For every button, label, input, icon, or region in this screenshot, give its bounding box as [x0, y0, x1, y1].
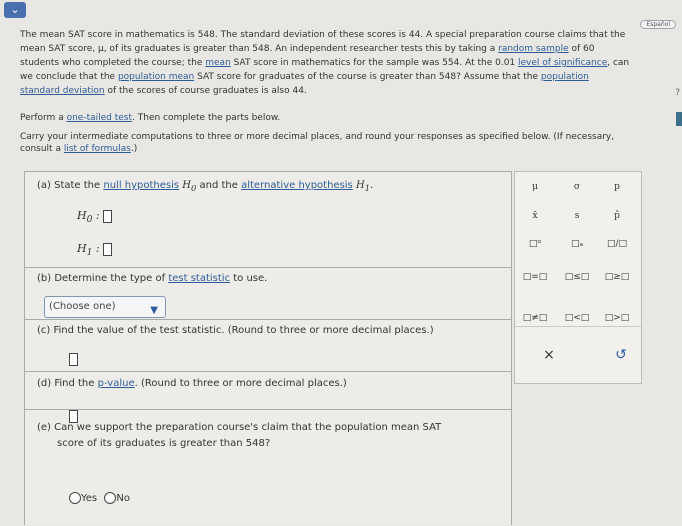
part-a: (a) State the null hypothesis H0 and the…: [25, 171, 511, 269]
mu-key[interactable]: μ: [521, 179, 549, 195]
side-tab[interactable]: [676, 112, 682, 126]
s-key[interactable]: s: [563, 208, 591, 224]
link-p-value[interactable]: p-value: [98, 378, 135, 389]
part-b-text: to use.: [230, 273, 268, 284]
h1-input[interactable]: [103, 242, 113, 256]
test-statistic-select[interactable]: (Choose one) ▼: [44, 296, 166, 318]
equals-key[interactable]: □=□: [521, 269, 549, 285]
greater-equal-key[interactable]: □≥□: [603, 269, 631, 285]
x-bar-key[interactable]: x̄: [521, 208, 549, 224]
h1-symbol: H: [77, 242, 87, 255]
keypad-divider: [515, 326, 641, 327]
h0-symbol: H: [77, 209, 87, 222]
superscript-key[interactable]: □ᵅ: [521, 236, 549, 252]
select-value: (Choose one): [49, 301, 116, 312]
instruction-text: Perform a: [20, 113, 67, 123]
math-keypad: μ σ p x̄ s p̂ □ᵅ □ₐ □/□ □=□ □≤□ □≥□ □≠□ …: [514, 171, 642, 384]
colon: :: [95, 209, 100, 222]
link-random-sample[interactable]: random sample: [498, 44, 569, 54]
part-e-options: Yes No: [69, 492, 130, 504]
part-d-text: . (Round to three or more decimal places…: [134, 378, 347, 389]
h1-row: H1 :: [77, 242, 113, 259]
part-d-prompt: (d) Find the p-value. (Round to three or…: [37, 378, 347, 389]
rounding-instruction: Carry your intermediate computations to …: [20, 131, 640, 155]
h0-input[interactable]: [103, 209, 113, 223]
problem-statement: The mean SAT score in mathematics is 548…: [20, 28, 630, 98]
part-c-prompt: (c) Find the value of the test statistic…: [37, 325, 434, 336]
colon: :: [95, 242, 100, 255]
help-icon[interactable]: ?: [675, 88, 680, 98]
yes-label[interactable]: Yes: [81, 493, 97, 504]
part-e-prompt-line1: (e) Can we support the preparation cours…: [37, 422, 442, 433]
part-a-prompt: (a) State the null hypothesis H0 and the…: [37, 180, 374, 193]
question-panel: (a) State the null hypothesis H0 and the…: [24, 171, 512, 525]
less-equal-key[interactable]: □≤□: [563, 269, 591, 285]
link-population-mean[interactable]: population mean: [118, 72, 194, 82]
h0-subscript: 0: [86, 214, 93, 226]
instruction-text: . Then complete the parts below.: [132, 113, 281, 123]
p-key[interactable]: p: [603, 179, 631, 195]
h0-row: H0 :: [77, 209, 113, 226]
link-one-tailed-test[interactable]: one-tailed test: [67, 113, 132, 123]
clear-icon[interactable]: ×: [537, 345, 561, 365]
part-a-text: (a) State the: [37, 180, 104, 191]
dropdown-triangle-icon: ▼: [150, 305, 158, 316]
part-e: (e) Can we support the preparation cours…: [25, 409, 511, 526]
part-d-text: (d) Find the: [37, 378, 98, 389]
not-equal-key[interactable]: □≠□: [521, 310, 549, 326]
p-hat-key[interactable]: p̂: [603, 208, 631, 224]
problem-text: of the scores of course graduates is als…: [104, 86, 307, 96]
instruction-text: .): [130, 144, 138, 154]
link-level-of-significance[interactable]: level of significance: [518, 58, 607, 68]
test-statistic-input[interactable]: [69, 353, 78, 366]
less-than-key[interactable]: □<□: [563, 310, 591, 326]
problem-text: SAT score for graduates of the course is…: [194, 72, 541, 82]
link-test-statistic[interactable]: test statistic: [168, 273, 230, 284]
part-c: (c) Find the value of the test statistic…: [25, 319, 511, 372]
no-radio[interactable]: [104, 492, 117, 504]
language-toggle[interactable]: Español: [640, 20, 676, 29]
link-mean[interactable]: mean: [205, 58, 231, 68]
part-e-prompt-line2: score of its graduates is greater than 5…: [57, 438, 271, 449]
fraction-key[interactable]: □/□: [603, 236, 631, 252]
h0-label: H0: [182, 180, 197, 193]
link-null-hypothesis[interactable]: null hypothesis: [103, 180, 179, 191]
sigma-key[interactable]: σ: [563, 179, 591, 195]
greater-than-key[interactable]: □>□: [603, 310, 631, 326]
h1-subscript: 1: [86, 247, 93, 259]
problem-text: SAT score in mathematics for the sample …: [230, 58, 519, 68]
no-label[interactable]: No: [116, 493, 130, 504]
part-b-text: (b) Determine the type of: [37, 273, 169, 284]
part-a-text: and the: [196, 180, 242, 191]
collapse-chevron-icon[interactable]: ⌄: [4, 2, 26, 18]
yes-radio[interactable]: [69, 492, 81, 504]
test-instruction: Perform a one-tailed test. Then complete…: [20, 113, 280, 123]
link-list-of-formulas[interactable]: list of formulas: [64, 144, 131, 154]
top-bar: ⌄: [0, 0, 682, 20]
subscript-key[interactable]: □ₐ: [563, 236, 591, 252]
part-b-prompt: (b) Determine the type of test statistic…: [37, 273, 267, 284]
undo-icon[interactable]: ↺: [609, 345, 633, 365]
part-c-answer: [69, 353, 78, 366]
link-alternative-hypothesis[interactable]: alternative hypothesis: [241, 180, 353, 191]
h1-label: H1: [355, 180, 371, 193]
